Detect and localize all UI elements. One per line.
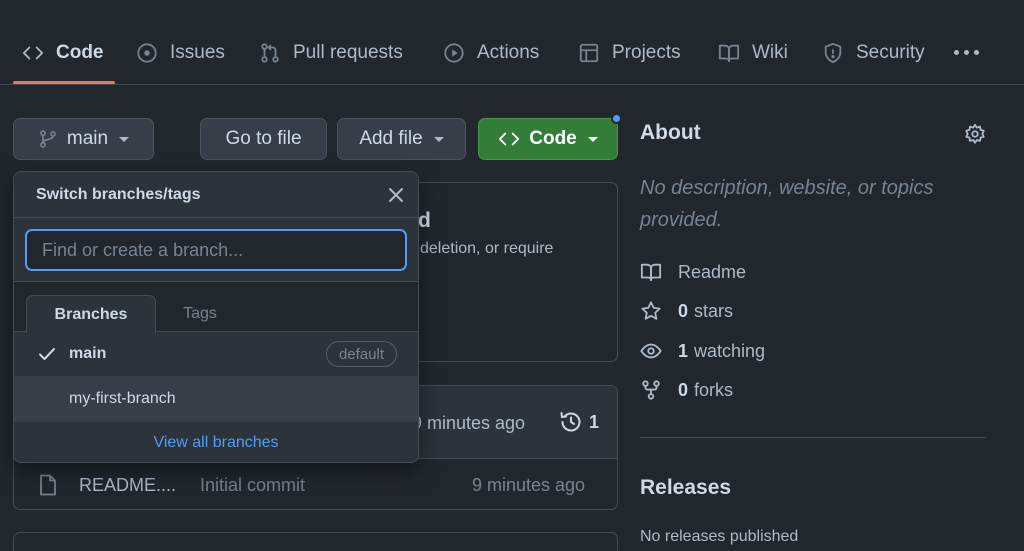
check-icon <box>39 348 55 360</box>
branch-menu-tabs: Branches Tags <box>14 282 418 333</box>
file-icon <box>40 474 56 496</box>
tab-security[interactable]: Security <box>822 34 925 72</box>
code-dropdown-label: Code <box>529 128 577 149</box>
history-icon <box>560 412 581 432</box>
default-branch-badge: default <box>325 341 397 367</box>
tab-tags[interactable]: Tags <box>156 295 244 332</box>
tab-wiki[interactable]: Wiki <box>718 34 788 72</box>
add-file-label: Add file <box>359 128 423 149</box>
commit-history-link[interactable]: 1 <box>559 410 599 434</box>
branch-search-container <box>14 218 418 282</box>
forks-count: 0 <box>678 379 689 400</box>
kebab-dot <box>963 49 969 55</box>
watching-label: watching <box>694 340 766 361</box>
watching-count: 1 <box>678 340 689 361</box>
readme-label: Readme <box>678 261 747 282</box>
tab-branches[interactable]: Branches <box>26 295 156 333</box>
repo-nav: Code Issues Pull requests Actions Projec… <box>0 0 1024 85</box>
about-heading: About <box>640 121 701 144</box>
stars-link[interactable]: 0 stars <box>640 298 733 324</box>
gear-icon[interactable] <box>964 123 986 145</box>
branch-item-main[interactable]: main default <box>14 332 418 377</box>
book-icon <box>718 44 740 63</box>
tab-projects-label: Projects <box>612 42 681 63</box>
notification-dot <box>611 113 622 124</box>
branch-menu-header: Switch branches/tags <box>14 172 418 218</box>
file-row[interactable]: README.... Initial commit 9 minutes ago <box>14 459 617 509</box>
branch-switcher-menu: Switch branches/tags Branches Tags main … <box>13 171 419 463</box>
repo-forked-icon <box>642 380 660 400</box>
branch-name: main <box>69 345 107 362</box>
chevron-down-icon <box>587 136 598 142</box>
releases-heading[interactable]: Releases <box>640 476 731 500</box>
play-icon <box>444 43 464 63</box>
no-releases-text: No releases published <box>640 528 799 545</box>
chevron-down-icon <box>433 136 444 142</box>
close-icon[interactable] <box>386 185 406 205</box>
go-to-file-button[interactable]: Go to file <box>200 118 327 160</box>
git-branch-icon <box>39 130 56 148</box>
view-all-branches-link[interactable]: View all branches <box>14 422 418 462</box>
kebab-dot <box>953 49 959 55</box>
book-icon <box>640 263 662 282</box>
file-name[interactable]: README.... <box>79 475 176 496</box>
shield-icon <box>824 42 842 64</box>
readme-card <box>13 532 618 551</box>
tab-projects[interactable]: Projects <box>578 34 681 72</box>
git-pull-request-icon <box>261 43 279 63</box>
latest-commit-time: 9 minutes ago <box>412 413 526 433</box>
code-icon <box>499 132 520 146</box>
table-icon <box>579 43 599 63</box>
tab-issues[interactable]: Issues <box>136 34 225 72</box>
forks-label: forks <box>694 379 734 400</box>
branch-search-input[interactable] <box>25 229 407 271</box>
tab-security-label: Security <box>856 42 925 63</box>
readme-link[interactable]: Readme <box>640 259 746 285</box>
stars-count: 0 <box>678 300 689 321</box>
tab-actions-label: Actions <box>477 42 540 63</box>
eye-icon <box>640 343 662 359</box>
add-file-button[interactable]: Add file <box>337 118 466 160</box>
forks-link[interactable]: 0 forks <box>640 377 733 403</box>
tab-code-label: Code <box>56 42 104 63</box>
about-description: No description, website, or topics provi… <box>640 177 934 231</box>
commit-count: 1 <box>589 411 600 432</box>
tab-issues-label: Issues <box>170 42 225 63</box>
file-commit-time: 9 minutes ago <box>472 475 586 495</box>
card-heading: d <box>418 209 431 232</box>
card-description: deletion, or require <box>420 240 554 257</box>
tab-pull-requests-label: Pull requests <box>293 42 403 63</box>
tab-pull-requests[interactable]: Pull requests <box>259 34 403 72</box>
tab-code[interactable]: Code <box>22 34 104 72</box>
more-tabs-button[interactable] <box>951 38 981 66</box>
tab-wiki-label: Wiki <box>752 42 788 63</box>
active-tab-underline <box>13 81 115 84</box>
watching-link[interactable]: 1 watching <box>640 338 765 364</box>
branch-name: my-first-branch <box>69 390 176 407</box>
branch-select-label: main <box>66 128 109 149</box>
issue-opened-icon <box>137 43 157 63</box>
stars-label: stars <box>694 300 734 321</box>
branch-menu-title: Switch branches/tags <box>36 186 201 203</box>
kebab-dot <box>973 49 979 55</box>
star-icon <box>641 301 661 320</box>
branch-item-my-first-branch[interactable]: my-first-branch <box>14 377 418 422</box>
code-icon <box>22 46 44 60</box>
file-commit-message[interactable]: Initial commit <box>200 475 305 496</box>
branch-select-button[interactable]: main <box>13 118 154 160</box>
go-to-file-label: Go to file <box>225 128 302 149</box>
chevron-down-icon <box>119 136 130 142</box>
sidebar-divider <box>640 437 986 438</box>
tab-actions[interactable]: Actions <box>443 34 539 72</box>
code-dropdown-button[interactable]: Code <box>478 118 618 160</box>
